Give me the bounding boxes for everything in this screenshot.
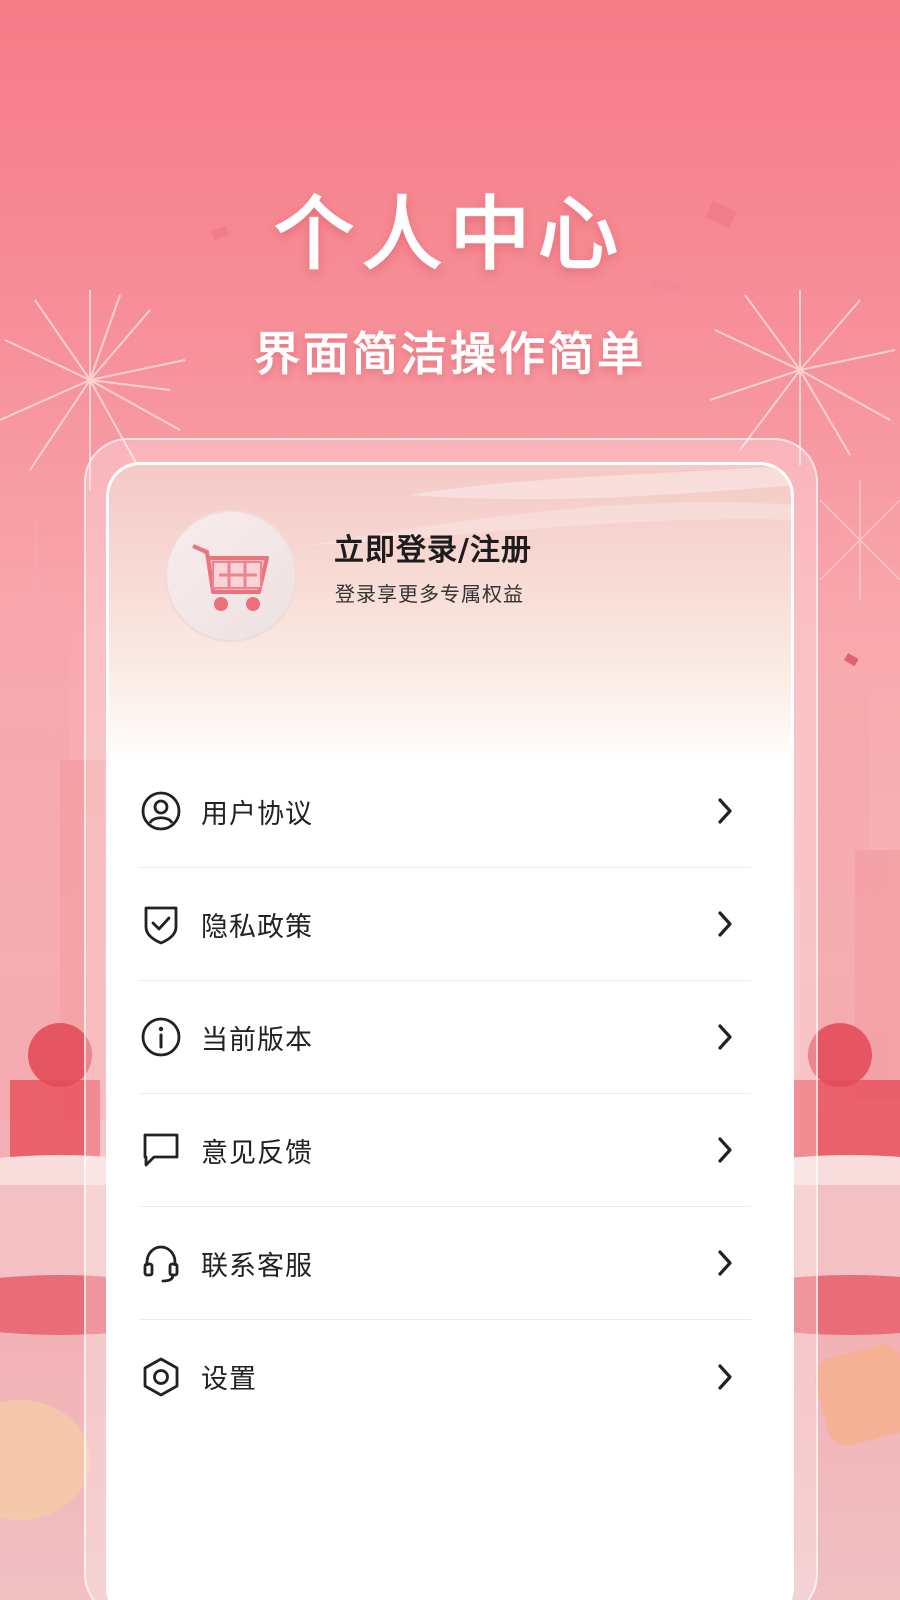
chevron-right-icon [709, 795, 741, 827]
user-circle-icon [139, 789, 183, 833]
shopping-cart-icon [192, 544, 269, 611]
headset-icon [139, 1241, 183, 1285]
menu-label: 隐私政策 [201, 911, 313, 943]
menu-item-settings[interactable]: 设置 [139, 1320, 751, 1433]
chevron-right-icon [709, 1247, 741, 1279]
shield-check-icon [139, 902, 183, 946]
hero-subtitle: 界面简洁操作简单 [254, 327, 646, 381]
chat-bubble-icon [139, 1128, 183, 1172]
chevron-right-icon [709, 1361, 741, 1393]
login-benefit-text: 登录享更多专属权益 [335, 582, 524, 606]
menu-item-user-agreement[interactable]: 用户协议 [139, 755, 751, 868]
chevron-right-icon [709, 1021, 741, 1053]
info-icon [139, 1015, 183, 1059]
menu-label: 意见反馈 [201, 1137, 313, 1169]
menu-item-customer-service[interactable]: 联系客服 [139, 1207, 751, 1320]
menu-label: 当前版本 [201, 1024, 313, 1056]
menu-item-feedback[interactable]: 意见反馈 [139, 1094, 751, 1207]
chevron-right-icon [709, 908, 741, 940]
avatar[interactable] [165, 510, 297, 642]
menu-item-privacy-policy[interactable]: 隐私政策 [139, 868, 751, 981]
menu-label: 联系客服 [201, 1250, 313, 1282]
menu-label: 设置 [201, 1364, 257, 1395]
profile-card: 立即登录/注册 登录享更多专属权益 用户协议 隐私政策 当前版本 意见反馈 联系… [106, 462, 794, 1600]
chevron-right-icon [709, 1134, 741, 1166]
firework-right-small [819, 480, 900, 600]
settings-hexagon-icon [139, 1355, 183, 1399]
login-register-link[interactable]: 立即登录/注册 [334, 525, 532, 569]
hero-title: 个人中心 [274, 188, 626, 281]
menu-item-current-version[interactable]: 当前版本 [139, 981, 751, 1094]
menu-label: 用户协议 [201, 798, 313, 830]
menu-list: 用户协议 隐私政策 当前版本 意见反馈 联系客服 设置 [139, 755, 751, 1433]
